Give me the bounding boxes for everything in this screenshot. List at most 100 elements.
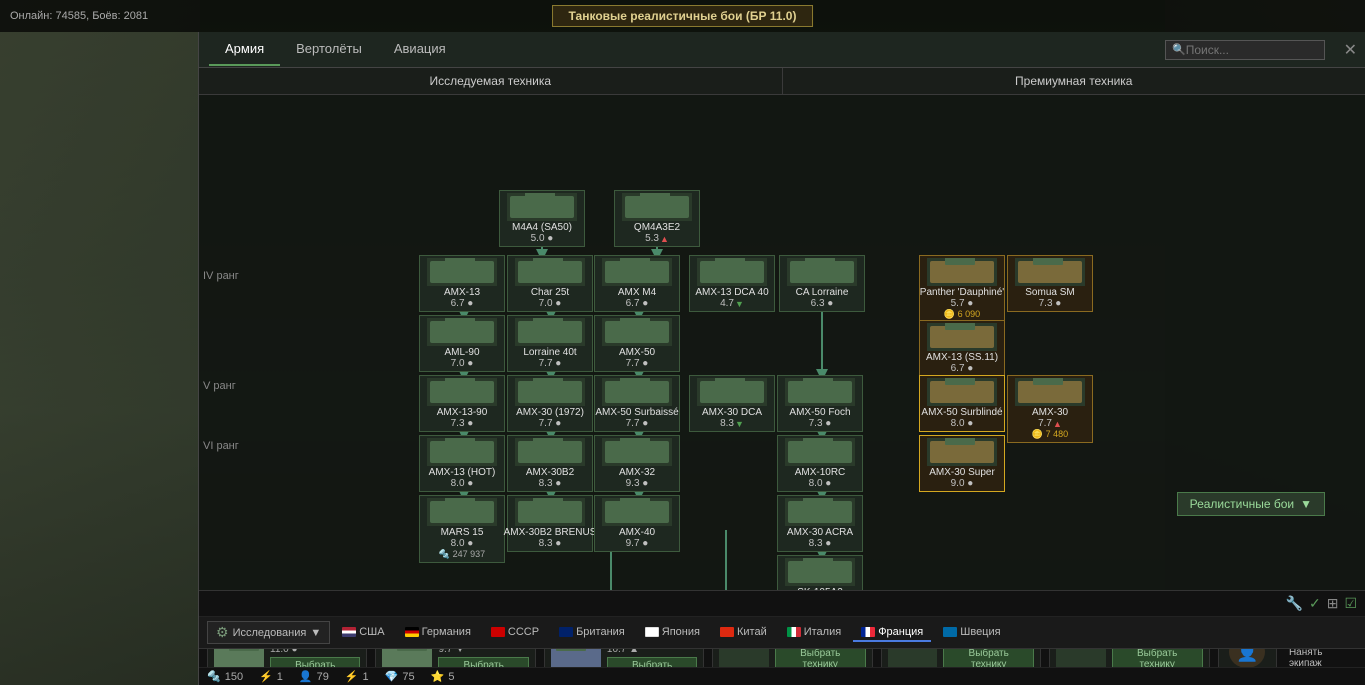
tank-silhouette-amx30b2 — [518, 441, 582, 463]
tank-node-amx30prem[interactable]: AMX-307.7 ▲🪙 7 480 — [1007, 375, 1093, 443]
vehicle-slot-roland[interactable]: Roland 1 9.7 ▼ Выбрать технику — [375, 649, 535, 667]
tank-node-amx30dca[interactable]: AMX-30 DCA8.3 ▼ — [689, 375, 775, 432]
research-tab[interactable]: ⚙ Исследования ▼ — [207, 621, 330, 644]
tank-node-amx50small[interactable]: AMX-507.7 ● — [594, 315, 680, 372]
nation-tab-usa[interactable]: США — [334, 624, 392, 642]
nation-tab-ger[interactable]: Германия — [397, 624, 479, 642]
vehicle-slot-mirage[interactable]: Mirage IIIC 10.7 ▲ Выбрать технику — [544, 649, 704, 667]
tank-node-lorraine40t[interactable]: Lorraine 40t7.7 ● — [507, 315, 593, 372]
vehicle-slot-leclerc[interactable]: Leclerc 11.0 ● Выбрать технику — [207, 649, 367, 667]
nation-tab-sw[interactable]: Швеция — [935, 624, 1008, 642]
tank-img-somua — [1015, 258, 1085, 286]
crew-slot[interactable]: 👤 800🌟 — [1218, 649, 1277, 667]
nation-tab-jp[interactable]: Япония — [637, 624, 708, 642]
flag-ger — [405, 627, 419, 637]
tank-node-somua[interactable]: Somua SM7.3 ● — [1007, 255, 1093, 312]
tank-br-amx50foch: 7.3 ● — [809, 418, 832, 429]
nation-tab-fr[interactable]: Франция — [853, 624, 931, 642]
tank-node-amx13hot[interactable]: AMX-13 (HOT)8.0 ● — [419, 435, 505, 492]
main-panel: Армия Вертолёты Авиация 🔍 ✕ Исследуемая … — [198, 32, 1365, 685]
tank-price-mars15: 🔩 247 937 — [439, 549, 485, 560]
tank-br-amx1390: 7.3 ● — [451, 418, 474, 429]
check-icon[interactable]: ✓ — [1309, 595, 1321, 612]
tank-br-amx30super: 9.0 ● — [951, 478, 974, 489]
tank-img-amxm4 — [602, 258, 672, 286]
tank-node-m4a4[interactable]: M4A4 (SA50)5.0 ● — [499, 190, 585, 247]
nation-label-jp: Япония — [662, 626, 700, 638]
tank-node-amx13dca40[interactable]: AMX-13 DCA 404.7 ▼ — [689, 255, 775, 312]
tank-node-char25t[interactable]: Char 25t7.0 ● — [507, 255, 593, 312]
flag-fr — [861, 627, 875, 637]
close-button[interactable]: ✕ — [1344, 40, 1357, 60]
tank-silhouette-amx30b2brenus — [518, 501, 582, 523]
tank-node-amx30acra[interactable]: AMX-30 ACRA8.3 ● — [777, 495, 863, 552]
tank-name-amxm4: AMX M4 — [618, 287, 656, 298]
select-leclerc-button[interactable]: Выбрать технику — [270, 657, 360, 668]
online-count: Онлайн: 74585, Боёв: 2081 — [10, 10, 148, 22]
tank-node-mars15[interactable]: MARS 158.0 ●🔩 247 937 — [419, 495, 505, 563]
tank-node-amx40[interactable]: AMX-409.7 ● — [594, 495, 680, 552]
tank-br-qm4a3e2: 5.3 ▲ — [645, 233, 669, 244]
tank-node-amx10rc[interactable]: AMX-10RC8.0 ● — [777, 435, 863, 492]
select-mirage-button[interactable]: Выбрать технику — [607, 657, 697, 668]
vehicle-slot-empty3[interactable]: Выбрать технику — [1049, 649, 1209, 667]
tab-aviation[interactable]: Авиация — [378, 33, 462, 66]
vehicle-slot-empty2[interactable]: Выбрать технику — [881, 649, 1041, 667]
select-roland-button[interactable]: Выбрать технику — [438, 657, 528, 668]
search-input[interactable] — [1186, 43, 1316, 57]
realistic-battles-button[interactable]: Реалистичные бои ▼ — [1177, 492, 1325, 516]
tank-node-amx30super[interactable]: AMX-30 Super9.0 ● — [919, 435, 1005, 492]
tank-img-amx10rc — [785, 438, 855, 466]
tank-name-amx30dca: AMX-30 DCA — [702, 407, 762, 418]
tank-node-amx1390[interactable]: AMX-13-907.3 ● — [419, 375, 505, 432]
premium-section-header: Премиумная техника — [783, 68, 1365, 94]
select-empty2-button[interactable]: Выбрать технику — [943, 649, 1034, 667]
tank-node-amx50surblinde[interactable]: AMX-50 Surblindé8.0 ● — [919, 375, 1005, 432]
research-icon: ⚙ — [216, 624, 229, 641]
tank-img-amx1355 — [927, 323, 997, 351]
wrench-icon[interactable]: 🔧 — [1286, 595, 1303, 612]
nation-tab-ussr[interactable]: СССР — [483, 624, 547, 642]
tank-node-amx1355[interactable]: AMX-13 (SS.11)6.7 ● — [919, 320, 1005, 377]
tank-br-amx301972: 7.7 ● — [539, 418, 562, 429]
tank-silhouette-amx30prem — [1018, 381, 1082, 403]
vehicle-br-leclerc: 11.0 ● — [270, 649, 360, 655]
tank-node-amx50surb[interactable]: AMX-50 Surbaissé7.7 ● — [594, 375, 680, 432]
tank-node-amx30b2brenus[interactable]: AMX-30B2 BRENUS8.3 ● — [507, 495, 593, 552]
nation-tab-uk[interactable]: Британия — [551, 624, 633, 642]
tank-silhouette-amx50small — [605, 321, 669, 343]
tank-name-qm4a3e2: QM4A3E2 — [634, 222, 680, 233]
rank-vi-label: VI ранг — [203, 440, 239, 452]
tab-army[interactable]: Армия — [209, 33, 280, 66]
tank-node-calorraine[interactable]: CA Lorraine6.3 ● — [779, 255, 865, 312]
tank-node-aml90[interactable]: AML-907.0 ● — [419, 315, 505, 372]
tank-img-amx30acra — [785, 498, 855, 526]
bottom-bar: Реалистичные бои ▼ 🔧 ✓ ⊞ ☑ ⚙ Исследовани… — [199, 590, 1365, 685]
rank-v-label: V ранг — [203, 380, 236, 392]
tank-node-pantherD[interactable]: Panther 'Dauphiné'5.7 ●🪙 6 090 — [919, 255, 1005, 323]
stars-value: 5 — [448, 671, 454, 683]
tank-silhouette-amx50surb — [605, 381, 669, 403]
nation-tab-cn[interactable]: Китай — [712, 624, 775, 642]
grid-icon[interactable]: ⊞ — [1327, 595, 1339, 612]
tank-br-mars15: 8.0 ● — [451, 538, 474, 549]
tank-node-qm4a3e2[interactable]: QM4A3E25.3 ▲ — [614, 190, 700, 247]
tank-node-sk105a2[interactable]: SK-105A28.3 ●🔩 250 000 — [777, 555, 863, 590]
tank-node-amx301972[interactable]: AMX-30 (1972)7.7 ● — [507, 375, 593, 432]
select-empty3-button[interactable]: Выбрать технику — [1112, 649, 1203, 667]
tank-node-amxm4[interactable]: AMX M46.7 ● — [594, 255, 680, 312]
hire-crew-action[interactable]: Нанять экипаж — [1289, 649, 1357, 667]
tab-helicopters[interactable]: Вертолёты — [280, 33, 378, 66]
tank-name-sk105a2: SK-105A2 — [797, 587, 843, 590]
list-icon[interactable]: ☑ — [1344, 595, 1357, 612]
select-empty1-button[interactable]: Выбрать технику — [775, 649, 866, 667]
tank-node-amx30b2[interactable]: AMX-30B28.3 ● — [507, 435, 593, 492]
vehicle-slot-empty1[interactable]: Выбрать технику — [712, 649, 872, 667]
tank-node-amx13[interactable]: AMX-136.7 ● — [419, 255, 505, 312]
crew-icon: 👤 — [299, 670, 313, 683]
nation-tab-it[interactable]: Италия — [779, 624, 849, 642]
tank-br-amx50small: 7.7 ● — [626, 358, 649, 369]
br-down-icon: ▼ — [735, 299, 744, 309]
tank-node-amx32[interactable]: AMX-329.3 ● — [594, 435, 680, 492]
tank-node-amx50foch[interactable]: AMX-50 Foch7.3 ● — [777, 375, 863, 432]
